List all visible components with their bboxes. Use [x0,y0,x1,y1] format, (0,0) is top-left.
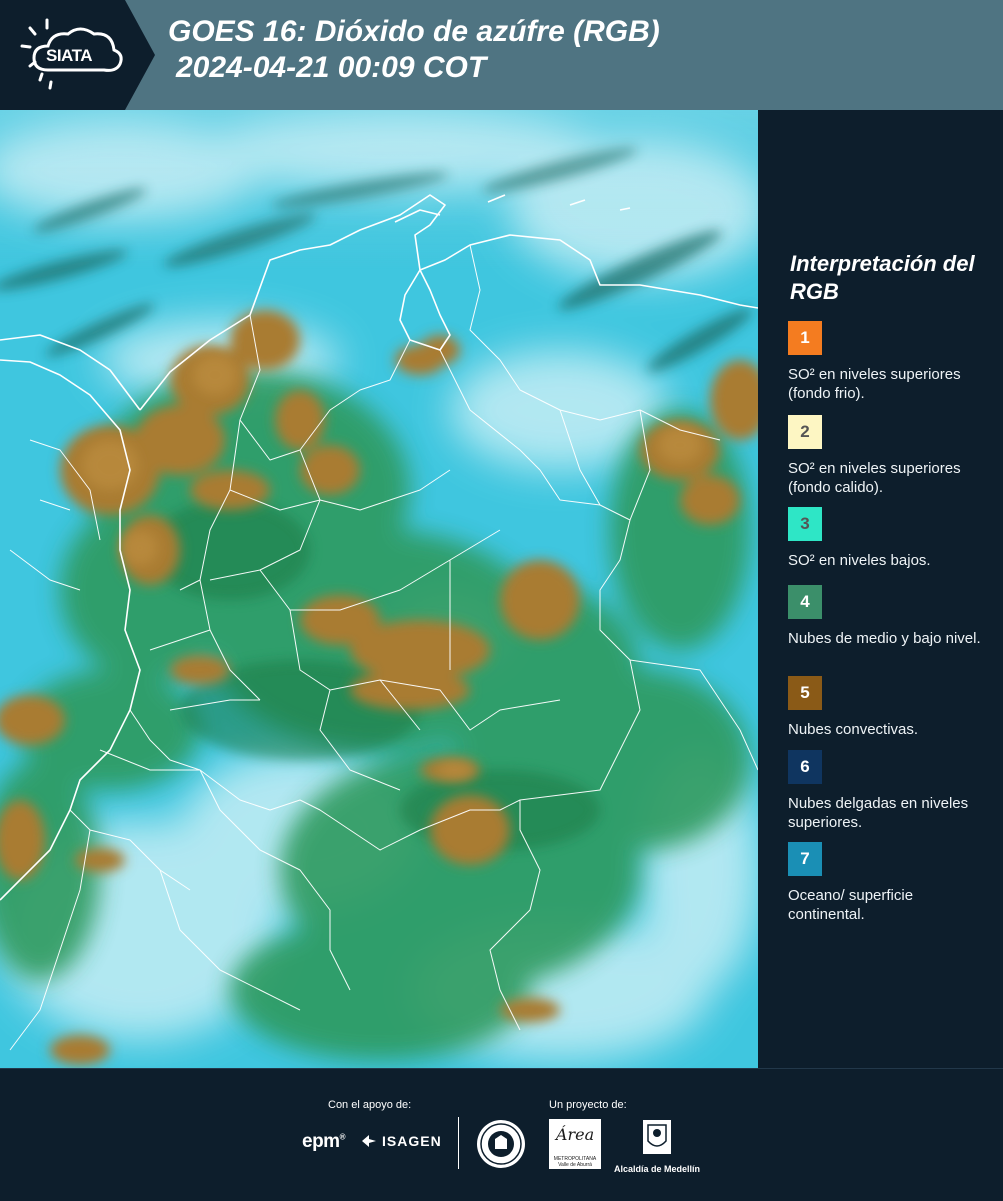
epm-logo: epm® [302,1131,346,1152]
medellin-seal-icon [477,1120,525,1168]
isagen-logo-text: ISAGEN [382,1133,442,1149]
title-product: GOES 16: Dióxido de azúfre (RGB) [168,15,660,48]
legend-item-2: 2 SO² en niveles superiores (fondo calid… [788,415,988,497]
footer: Con el apoyo de: Un proyecto de: epm® IS… [0,1068,1003,1201]
legend-item-7: 7 Oceano/ superficie continental. [788,842,988,924]
legend-description: SO² en niveles bajos. [788,552,931,569]
isagen-logo: ISAGEN [360,1133,442,1149]
legend-swatch-2: 2 [788,415,822,449]
support-label: Con el apoyo de: [328,1099,412,1111]
legend-description: Nubes convectivas. [788,721,919,738]
satellite-image [0,110,758,1068]
alcaldia-crest-icon [643,1120,671,1154]
footer-divider [458,1117,459,1169]
legend-swatch-7: 7 [788,842,822,876]
area-metropolitana-logo: Área METROPOLITANA Valle de Aburrá [549,1119,601,1169]
area-logo-subtext: METROPOLITANA Valle de Aburrá [553,1156,597,1168]
area-logo-text: Área [555,1125,595,1144]
legend-item-5: 5 Nubes convectivas. [788,676,988,739]
project-label: Un proyecto de: [549,1099,627,1111]
legend-description: Oceano/ superficie continental. [788,887,914,923]
siata-logo: SIATA [0,0,160,110]
legend-description: SO² en niveles superiores (fondo frio). [788,366,961,402]
legend-description: Nubes delgadas en niveles superiores. [788,795,969,831]
legend-swatch-1: 1 [788,321,822,355]
isagen-icon [362,1135,376,1147]
legend-item-4: 4 Nubes de medio y bajo nivel. [788,585,988,648]
legend-item-1: 1 SO² en niveles superiores (fondo frio)… [788,321,988,403]
siata-logo-text: SIATA [46,46,92,65]
legend-description: SO² en niveles superiores (fondo calido)… [788,460,961,496]
legend-swatch-3: 3 [788,507,822,541]
legend-swatch-4: 4 [788,585,822,619]
header: SIATA GOES 16: Dióxido de azúfre (RGB) 2… [0,0,1003,110]
legend-item-3: 3 SO² en niveles bajos. [788,507,988,570]
satellite-map[interactable] [0,110,758,1068]
rgb-legend: Interpretación del RGB 1 SO² en niveles … [766,110,1003,1068]
legend-swatch-6: 6 [788,750,822,784]
page-title: GOES 16: Dióxido de azúfre (RGB) 2024-04… [168,14,660,86]
title-timestamp: 2024-04-21 00:09 COT [176,51,487,84]
legend-description: Nubes de medio y bajo nivel. [788,630,981,647]
alcaldia-logo: Alcaldía de Medellín [612,1119,702,1174]
epm-logo-text: epm [302,1131,340,1152]
legend-swatch-5: 5 [788,676,822,710]
alcaldia-logo-text: Alcaldía de Medellín [613,1164,701,1174]
legend-item-6: 6 Nubes delgadas en niveles superiores. [788,750,988,832]
legend-title: Interpretación del RGB [790,251,975,304]
